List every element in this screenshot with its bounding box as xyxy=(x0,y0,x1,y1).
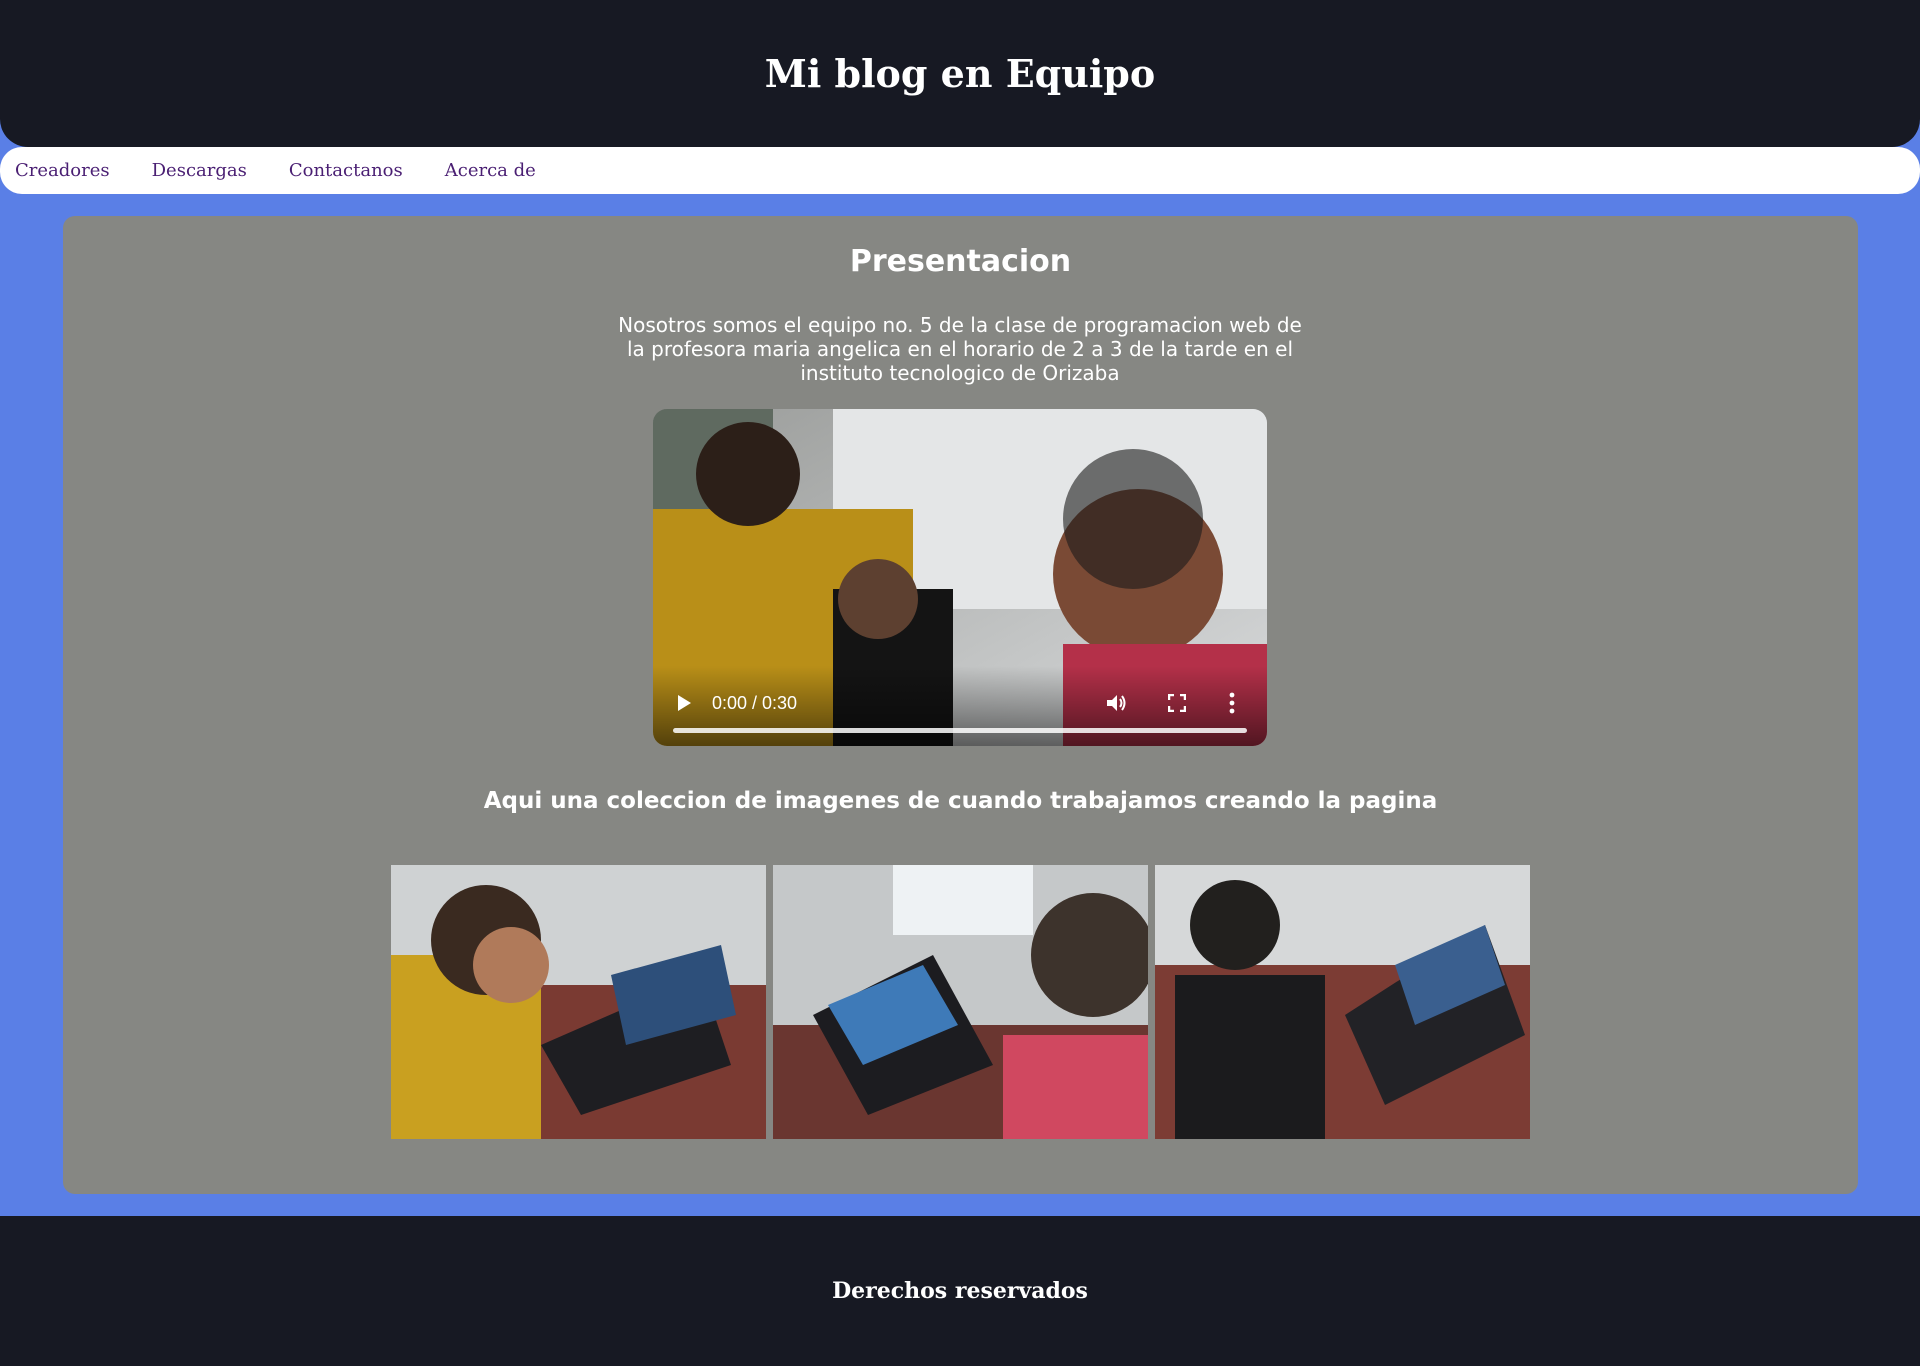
section-title: Presentacion xyxy=(849,244,1072,279)
gallery-title: Aqui una coleccion de imagenes de cuando… xyxy=(483,788,1438,814)
fullscreen-icon[interactable] xyxy=(1168,694,1186,712)
video-progress-bar[interactable] xyxy=(673,728,1247,733)
video-time-display: 0:00 / 0:30 xyxy=(712,693,798,713)
gallery-photo-1-image xyxy=(391,865,766,1139)
nav-item-creadores[interactable]: Creadores xyxy=(15,160,110,181)
site-footer: Derechos reservados xyxy=(0,1216,1920,1366)
video-controls: 0:00 / 0:30 xyxy=(653,666,1267,746)
navbar: Creadores Descargas Contactanos Acerca d… xyxy=(0,147,1920,194)
video-player[interactable]: 0:00 / 0:30 xyxy=(653,409,1267,746)
photo-gallery xyxy=(391,865,1531,1139)
volume-icon[interactable] xyxy=(1105,692,1127,714)
gallery-photo-2[interactable] xyxy=(773,865,1148,1139)
nav-item-acerca-de[interactable]: Acerca de xyxy=(445,160,536,181)
intro-text: Nosotros somos el equipo no. 5 de la cla… xyxy=(618,313,1302,385)
nav-item-descargas[interactable]: Descargas xyxy=(152,160,247,181)
gallery-photo-1[interactable] xyxy=(391,865,766,1139)
gallery-photo-3[interactable] xyxy=(1155,865,1530,1139)
gallery-photo-2-image xyxy=(773,865,1148,1139)
site-header: Mi blog en Equipo xyxy=(0,0,1920,147)
gallery-photo-3-image xyxy=(1155,865,1530,1139)
nav-item-contactanos[interactable]: Contactanos xyxy=(289,160,403,181)
more-options-icon[interactable] xyxy=(1227,692,1237,714)
site-title: Mi blog en Equipo xyxy=(764,51,1156,96)
footer-text: Derechos reservados xyxy=(832,1278,1088,1304)
play-icon[interactable] xyxy=(675,694,693,712)
main-card: Presentacion Nosotros somos el equipo no… xyxy=(63,216,1858,1194)
